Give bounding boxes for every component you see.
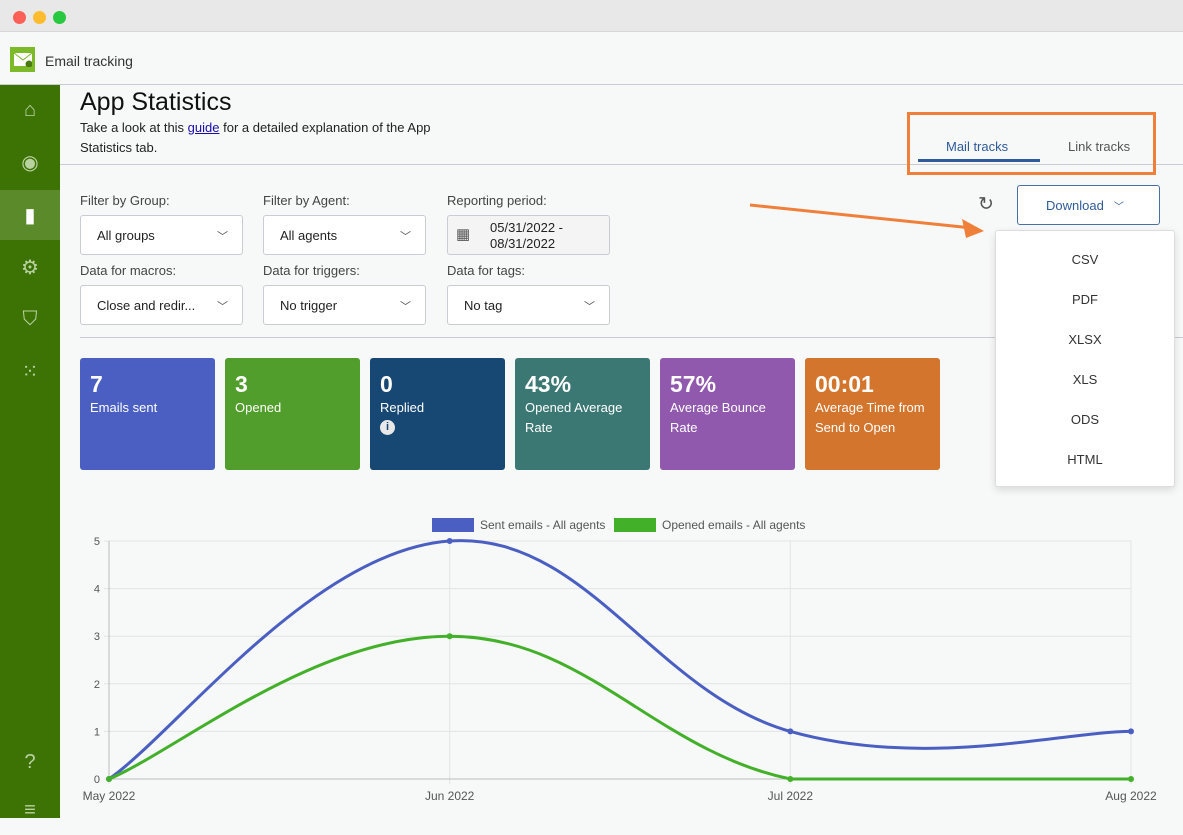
x-tick-label: Jun 2022 [425, 789, 475, 803]
download-option-html[interactable]: HTML [996, 439, 1174, 479]
maximize-window-button[interactable] [53, 11, 66, 24]
legend-label: Opened emails - All agents [662, 518, 805, 532]
data-point [787, 728, 794, 735]
x-tick-label: May 2022 [83, 789, 136, 803]
minimize-window-button[interactable] [33, 11, 46, 24]
legend-label: Sent emails - All agents [480, 518, 605, 532]
download-menu: CSV PDF XLSX XLS ODS HTML [995, 230, 1175, 487]
legend-swatch [614, 518, 656, 532]
sidebar-item-security[interactable]: ⛉ [0, 294, 60, 344]
gear-icon: ⚙ [21, 256, 39, 279]
data-point [446, 538, 453, 544]
sidebar-item-home[interactable]: ⌂ [0, 85, 60, 135]
data-point [1128, 728, 1134, 735]
download-option-xls[interactable]: XLS [996, 359, 1174, 399]
window-titlebar [0, 0, 1183, 32]
download-option-csv[interactable]: CSV [996, 239, 1174, 279]
data-point [787, 776, 794, 782]
y-tick-label: 5 [94, 536, 100, 548]
y-tick-label: 3 [94, 631, 100, 643]
x-tick-label: Jul 2022 [768, 789, 814, 803]
apps-grid-icon: ⁙ [21, 360, 39, 383]
data-point [106, 776, 112, 782]
sidebar: ⌂ ◉ ▮ ⚙ ⛉ ⁙ ? ≡ [0, 85, 60, 821]
y-tick-label: 2 [94, 679, 100, 691]
series-line [108, 539, 1132, 781]
download-option-ods[interactable]: ODS [996, 399, 1174, 439]
sidebar-item-statistics[interactable]: ▮ [0, 190, 60, 240]
sidebar-item-menu[interactable]: ≡ [0, 785, 60, 835]
app-header: Email tracking [0, 33, 1183, 85]
sidebar-item-help[interactable]: ? [0, 737, 60, 787]
main-content: App Statistics Take a look at this guide… [60, 85, 1183, 818]
series-line [108, 634, 1131, 781]
help-icon: ? [24, 750, 36, 773]
x-tick-label: Aug 2022 [1105, 789, 1157, 803]
y-tick-label: 1 [94, 726, 100, 738]
app-title: Email tracking [45, 53, 133, 69]
download-option-pdf[interactable]: PDF [996, 279, 1174, 319]
annotation-arrow [749, 203, 984, 238]
bar-chart-icon: ▮ [24, 204, 36, 227]
close-window-button[interactable] [13, 11, 26, 24]
menu-icon: ≡ [24, 798, 36, 821]
sidebar-item-settings[interactable]: ⚙ [0, 242, 60, 292]
email-tracking-logo-icon [10, 47, 35, 72]
y-tick-label: 0 [94, 774, 100, 786]
home-icon: ⌂ [23, 98, 37, 121]
legend-swatch [432, 518, 474, 532]
y-tick-label: 4 [94, 584, 100, 596]
sidebar-item-apps[interactable]: ⁙ [0, 346, 60, 396]
eye-tracking-icon: ◉ [21, 151, 39, 174]
sidebar-item-tracking[interactable]: ◉ [0, 137, 60, 187]
data-point [446, 633, 453, 640]
shield-check-icon: ⛉ [22, 307, 38, 330]
data-point [1128, 776, 1134, 782]
download-option-xlsx[interactable]: XLSX [996, 319, 1174, 359]
